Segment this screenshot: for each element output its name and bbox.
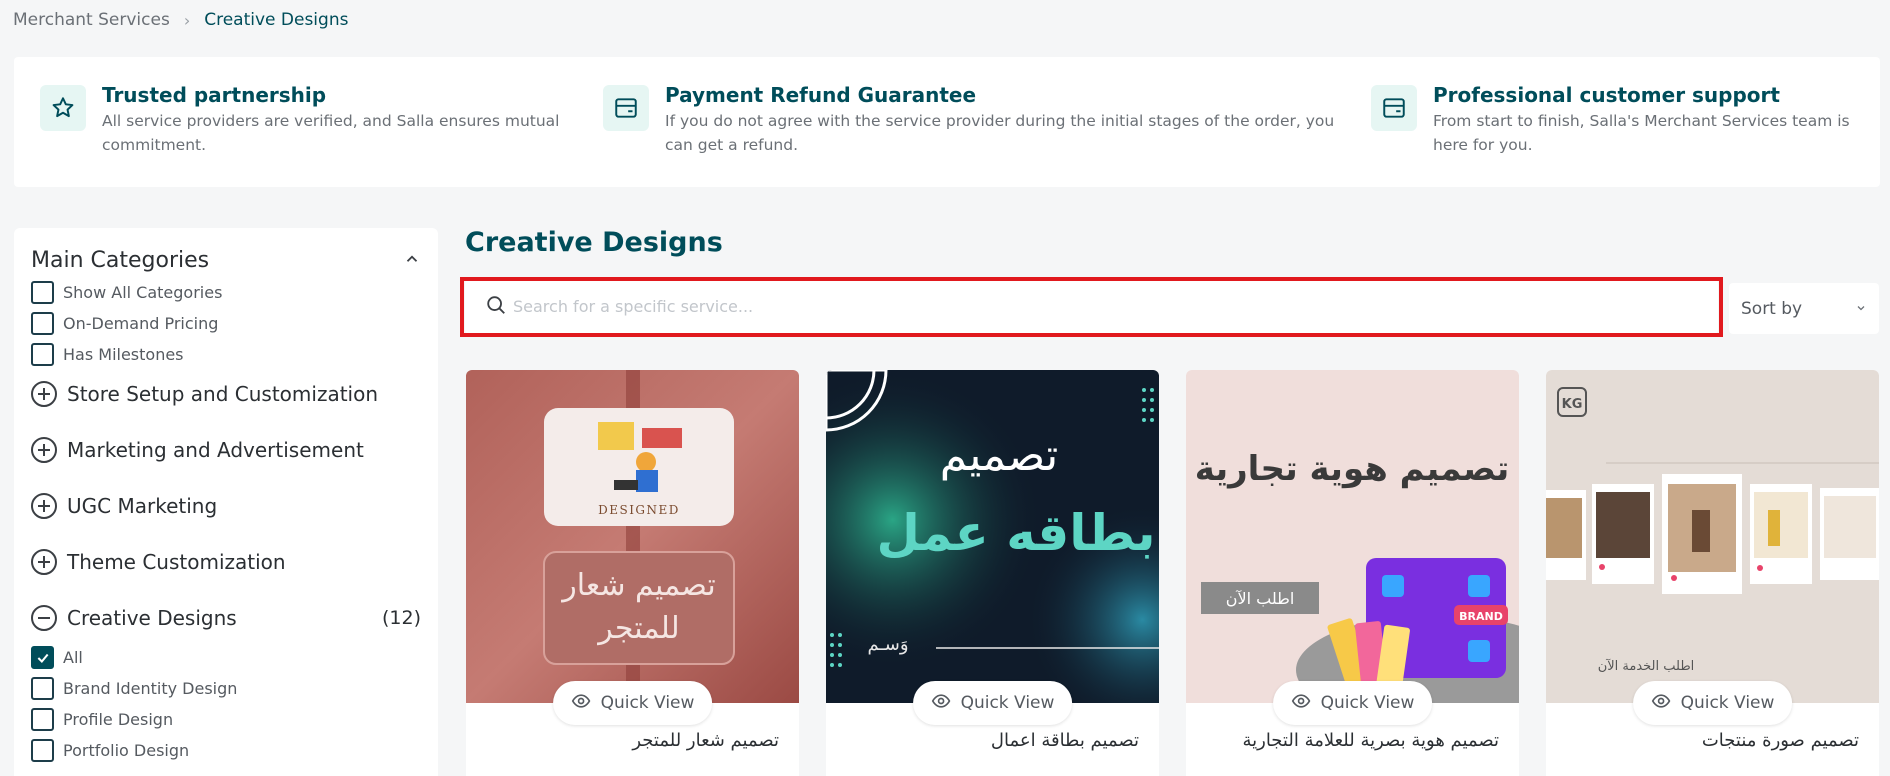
feature-trusted: Trusted partnership All service provider… (40, 83, 600, 157)
image-text-brand: BRAND (1459, 610, 1503, 623)
checkbox[interactable] (31, 312, 54, 335)
feature-description: From start to finish, Salla's Merchant S… (1433, 112, 1850, 154)
service-image-product-photos[interactable]: KG اطلب الخدمة الآن (1546, 370, 1879, 703)
card-icon (1371, 85, 1417, 131)
checkbox[interactable] (31, 708, 54, 731)
service-card[interactable]: تصميم هوية تجارية اطلب الآن BRAND Quick … (1186, 370, 1519, 776)
image-text-designed: DESIGNED (598, 503, 680, 517)
chevron-right-icon: › (183, 10, 191, 30)
main-categories-header[interactable]: Main Categories (31, 248, 421, 273)
category-sidebar: Main Categories Show All Categories On-D… (14, 228, 438, 776)
category-marketing[interactable]: Marketing and Advertisement (31, 422, 421, 478)
minus-circle-icon[interactable] (31, 605, 57, 631)
category-theme-customization[interactable]: Theme Customization (31, 534, 421, 590)
subcategory-portfolio-design[interactable]: Portfolio Design (31, 739, 421, 762)
eye-icon (1291, 691, 1311, 716)
image-text-order-now: اطلب الآن (1226, 589, 1295, 608)
plus-circle-icon[interactable] (31, 437, 57, 463)
filter-on-demand-pricing[interactable]: On-Demand Pricing (31, 312, 421, 335)
service-card[interactable]: تصميم بطاقه عمل وَسـم Quick View تصميم ب… (826, 370, 1159, 776)
feature-support: Professional customer support From start… (1371, 83, 1871, 157)
service-name[interactable]: تصميم شعار للمتجر (632, 730, 779, 751)
chevron-down-icon (1855, 299, 1867, 319)
eye-icon (1651, 691, 1671, 716)
eye-icon (931, 691, 951, 716)
breadcrumb: Merchant Services › Creative Designs (13, 10, 348, 30)
page-title: Creative Designs (465, 227, 723, 258)
search-icon (485, 294, 507, 320)
quick-view-button[interactable]: Quick View (912, 681, 1073, 725)
plus-circle-icon[interactable] (31, 381, 57, 407)
quick-view-button[interactable]: Quick View (552, 681, 713, 725)
image-text-order: اطلب الخدمة الآن (1598, 658, 1695, 674)
chevron-up-icon[interactable] (403, 250, 421, 272)
service-image-business-card[interactable]: تصميم بطاقه عمل وَسـم (826, 370, 1159, 703)
features-banner: Trusted partnership All service provider… (14, 57, 1880, 187)
breadcrumb-link-merchant-services[interactable]: Merchant Services (13, 10, 170, 30)
image-text-line2: للمتجر (596, 611, 679, 646)
category-store-setup[interactable]: Store Setup and Customization (31, 366, 421, 422)
checkbox[interactable] (31, 677, 54, 700)
service-image-logo-design[interactable]: DESIGNED تصميم شعار للمتجر (466, 370, 799, 703)
quick-view-button[interactable]: Quick View (1272, 681, 1433, 725)
subcategory-all[interactable]: All (31, 646, 421, 669)
category-ugc-marketing[interactable]: UGC Marketing (31, 478, 421, 534)
service-name[interactable]: تصميم هوية بصرية للعلامة التجارية (1242, 730, 1499, 751)
service-name[interactable]: تصميم بطاقة اعمال (991, 730, 1139, 751)
star-icon (40, 85, 86, 131)
feature-title: Trusted partnership (102, 83, 327, 107)
feature-description: If you do not agree with the service pro… (665, 112, 1335, 154)
category-creative-designs[interactable]: Creative Designs (12) (31, 590, 421, 646)
image-logo: KG (1562, 397, 1583, 412)
service-card[interactable]: DESIGNED تصميم شعار للمتجر Quick View تص… (466, 370, 799, 776)
plus-circle-icon[interactable] (31, 549, 57, 575)
checkbox[interactable] (31, 281, 54, 304)
filter-has-milestones[interactable]: Has Milestones (31, 343, 421, 366)
image-text-line2: بطاقه عمل (876, 504, 1155, 562)
subcategory-brand-identity[interactable]: Brand Identity Design (31, 677, 421, 700)
sort-label: Sort by (1741, 298, 1803, 319)
feature-title: Professional customer support (1433, 83, 1780, 107)
image-text-brand: وَسـم (867, 634, 908, 655)
image-text-line1: تصميم شعار (560, 568, 716, 603)
sort-dropdown[interactable]: Sort by (1729, 283, 1879, 334)
card-icon (603, 85, 649, 131)
service-name[interactable]: تصميم صورة منتجات (1702, 730, 1859, 751)
image-text-line1: تصميم (940, 430, 1058, 481)
subcategory-profile-design[interactable]: Profile Design (31, 708, 421, 731)
eye-icon (571, 691, 591, 716)
feature-title: Payment Refund Guarantee (665, 83, 977, 107)
image-text-line1: تصميم هوية تجارية (1195, 449, 1510, 489)
feature-description: All service providers are verified, and … (102, 112, 560, 154)
breadcrumb-current: Creative Designs (204, 10, 349, 30)
feature-refund: Payment Refund Guarantee If you do not a… (603, 83, 1363, 157)
sidebar-title: Main Categories (31, 248, 210, 273)
service-card[interactable]: KG اطلب الخدمة الآن Quick View تصميم صور… (1546, 370, 1879, 776)
search-input[interactable] (513, 297, 1693, 316)
checkbox[interactable] (31, 739, 54, 762)
plus-circle-icon[interactable] (31, 493, 57, 519)
category-count: (12) (381, 607, 421, 629)
search-bar[interactable] (465, 279, 1718, 334)
service-image-brand-identity[interactable]: تصميم هوية تجارية اطلب الآن BRAND (1186, 370, 1519, 703)
checkbox-checked[interactable] (31, 646, 54, 669)
checkbox[interactable] (31, 343, 54, 366)
filter-show-all-categories[interactable]: Show All Categories (31, 281, 421, 304)
quick-view-button[interactable]: Quick View (1632, 681, 1793, 725)
